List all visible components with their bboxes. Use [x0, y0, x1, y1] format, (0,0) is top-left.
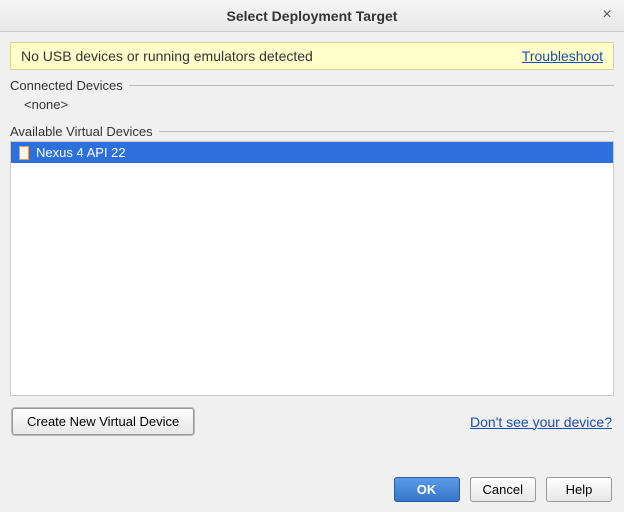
- device-name: Nexus 4 API 22: [36, 145, 126, 160]
- divider: [159, 131, 614, 132]
- help-button[interactable]: Help: [546, 477, 612, 502]
- cancel-button[interactable]: Cancel: [470, 477, 536, 502]
- device-list[interactable]: Nexus 4 API 22: [10, 141, 614, 396]
- phone-icon: [19, 146, 29, 160]
- create-virtual-device-button[interactable]: Create New Virtual Device: [12, 408, 194, 435]
- dialog-button-bar: OK Cancel Help: [0, 459, 624, 512]
- titlebar: Select Deployment Target ×: [0, 0, 624, 32]
- troubleshoot-link[interactable]: Troubleshoot: [522, 48, 603, 64]
- notice-message: No USB devices or running emulators dete…: [21, 48, 313, 64]
- available-devices-label: Available Virtual Devices: [10, 124, 153, 139]
- dialog-title: Select Deployment Target: [227, 8, 398, 24]
- close-icon[interactable]: ×: [598, 6, 616, 24]
- divider: [129, 85, 614, 86]
- bottom-row: Create New Virtual Device Don't see your…: [10, 408, 614, 435]
- connected-devices-none: <none>: [10, 93, 614, 116]
- dont-see-device-link[interactable]: Don't see your device?: [470, 414, 612, 430]
- notice-banner: No USB devices or running emulators dete…: [10, 42, 614, 70]
- connected-devices-header: Connected Devices: [10, 78, 614, 93]
- device-row-selected[interactable]: Nexus 4 API 22: [11, 142, 613, 163]
- connected-devices-label: Connected Devices: [10, 78, 123, 93]
- dialog-content: No USB devices or running emulators dete…: [0, 32, 624, 441]
- available-devices-header: Available Virtual Devices: [10, 124, 614, 139]
- ok-button[interactable]: OK: [394, 477, 460, 502]
